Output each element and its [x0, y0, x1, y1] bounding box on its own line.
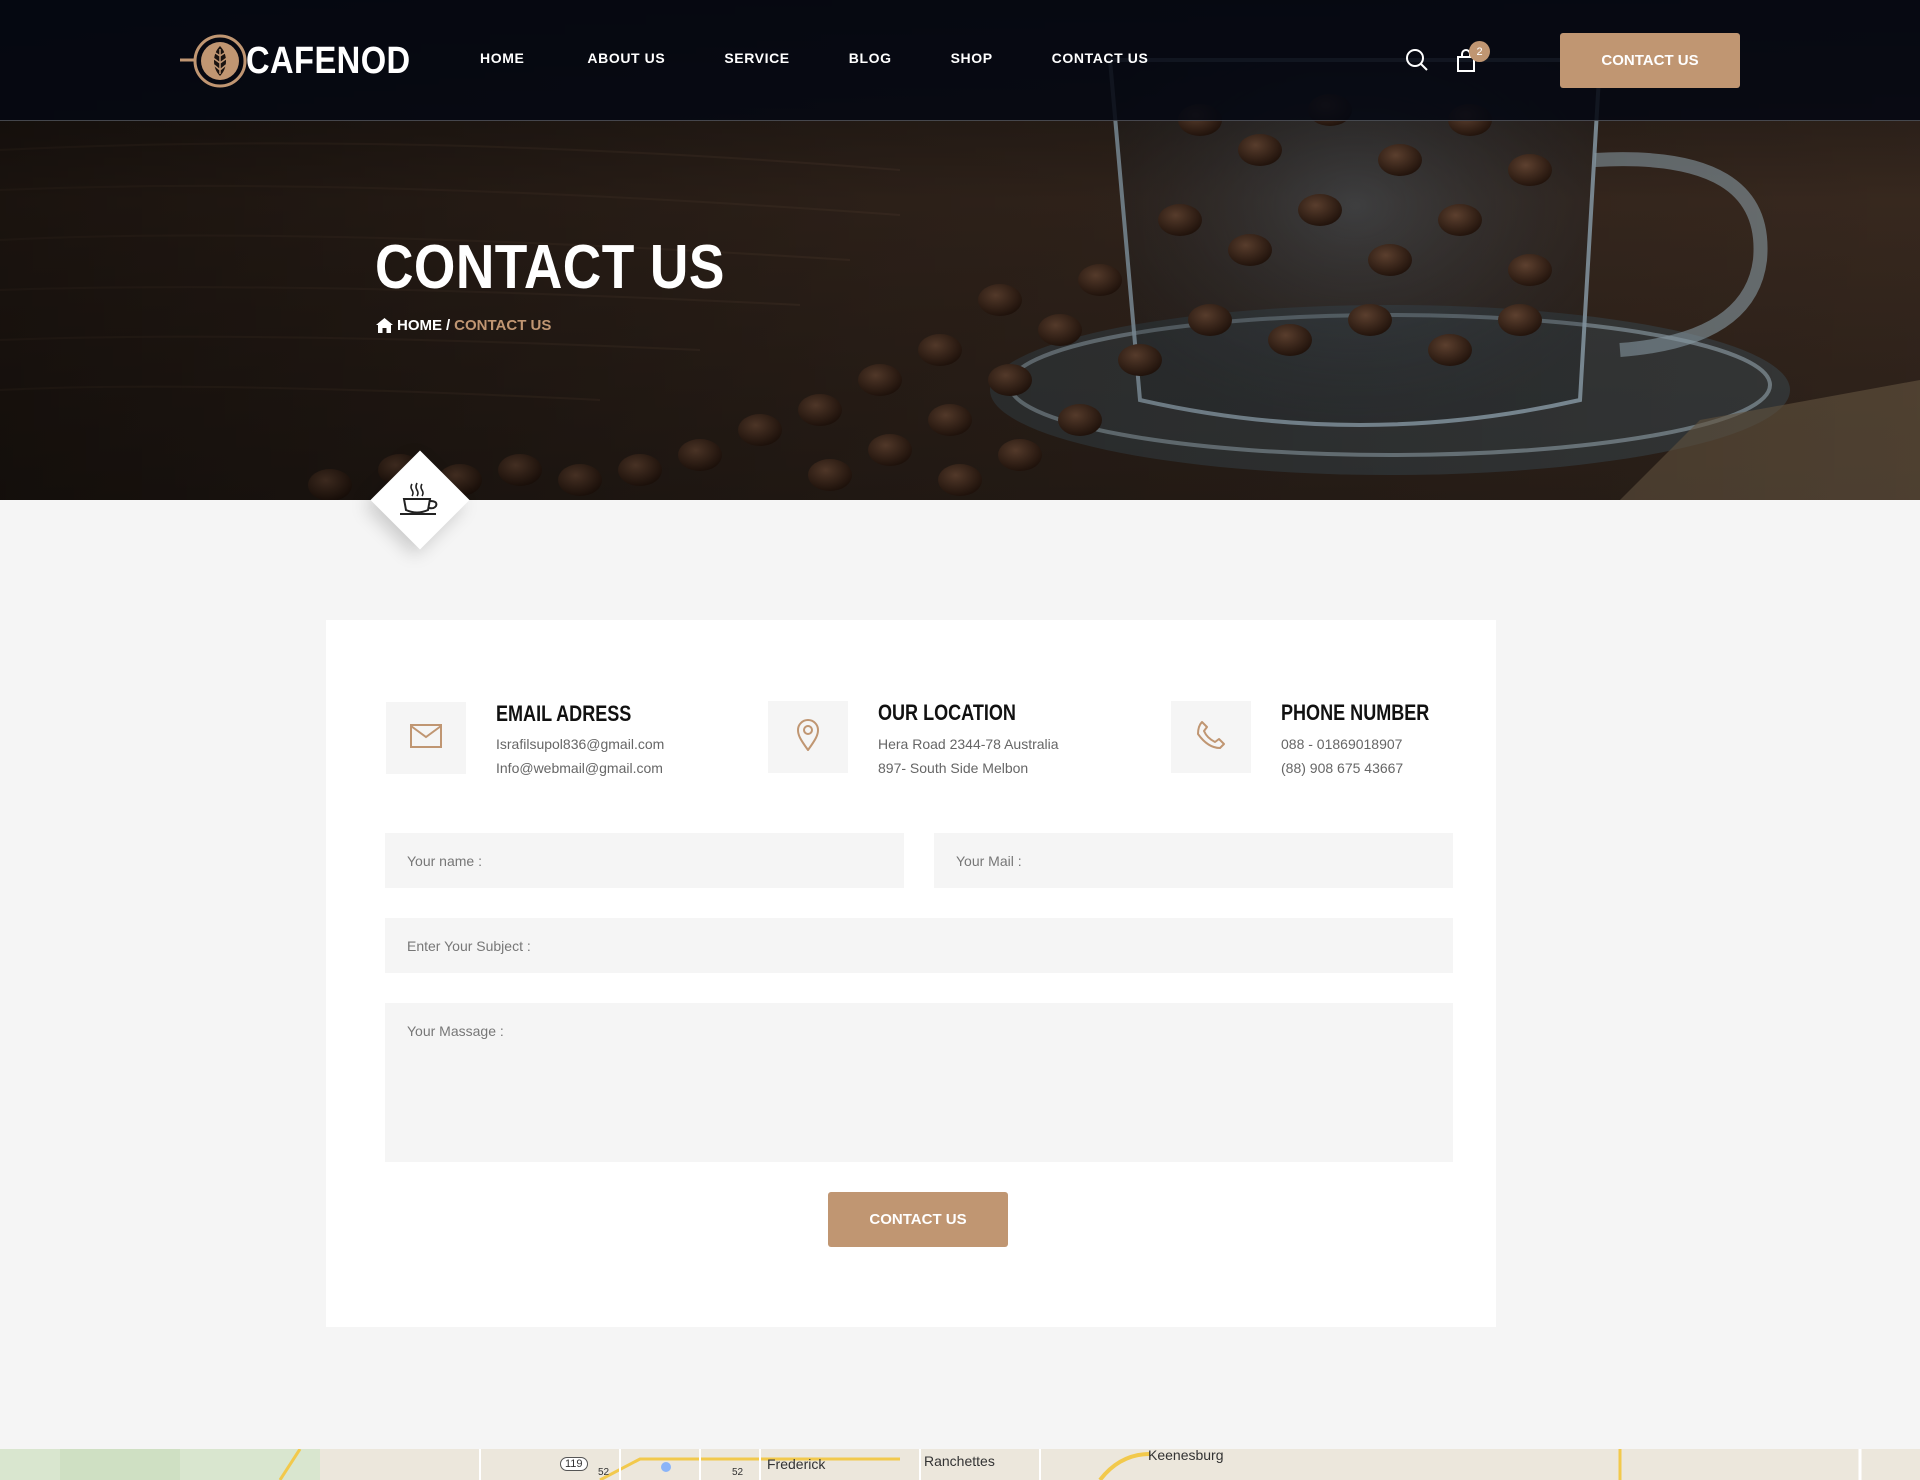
map-pin-icon	[796, 718, 820, 756]
breadcrumb-separator: /	[446, 317, 451, 334]
map-route-52-b: 52	[732, 1467, 744, 1478]
subject-input[interactable]	[385, 918, 1453, 973]
contact-card: EMAIL ADRESS Israfilsupol836@gmail.com I…	[326, 620, 1496, 1327]
breadcrumb: HOME / CONTACT US	[376, 317, 551, 334]
nav-about[interactable]: ABOUT US	[587, 50, 665, 66]
phone-title: PHONE NUMBER	[1281, 700, 1430, 725]
coffee-cup-icon	[398, 480, 442, 520]
map-label-keenesburg: Keenesburg	[1148, 1449, 1224, 1463]
nav-shop[interactable]: SHOP	[951, 50, 993, 66]
email-line-1[interactable]: Israfilsupol836@gmail.com	[496, 736, 664, 752]
header-contact-button[interactable]: CONTACT US	[1560, 33, 1740, 88]
search-icon[interactable]	[1405, 48, 1429, 77]
name-input[interactable]	[385, 833, 904, 888]
breadcrumb-current: CONTACT US	[454, 317, 552, 334]
location-line-1: Hera Road 2344-78 Australia	[878, 736, 1059, 752]
location-map[interactable]: Frederick Ranchettes Keenesburg 119 52 5…	[0, 1449, 1920, 1480]
map-route-52-a: 52	[598, 1467, 610, 1478]
envelope-icon	[410, 723, 442, 753]
map-label-ranchettes: Ranchettes	[924, 1453, 995, 1469]
nav-service[interactable]: SERVICE	[724, 50, 789, 66]
coffee-leaf-logo-icon	[178, 34, 248, 88]
location-line-2: 897- South Side Melbon	[878, 760, 1029, 776]
cart-count-badge: 2	[1469, 41, 1490, 62]
phone-line-2[interactable]: (88) 908 675 43667	[1281, 760, 1403, 776]
location-title: OUR LOCATION	[878, 700, 1016, 725]
nav-blog[interactable]: BLOG	[849, 50, 892, 66]
email-input[interactable]	[934, 833, 1453, 888]
site-logo[interactable]: CAFENOD	[178, 34, 437, 88]
phone-icon	[1196, 720, 1226, 755]
message-textarea[interactable]	[385, 1003, 1453, 1162]
breadcrumb-home[interactable]: HOME	[397, 317, 442, 334]
map-label-frederick: Frederick	[767, 1456, 826, 1472]
map-route-119: 119	[560, 1457, 588, 1471]
phone-line-1[interactable]: 088 - 01869018907	[1281, 736, 1402, 752]
site-header: CAFENOD HOME ABOUT US SERVICE BLOG SHOP …	[0, 0, 1920, 121]
main-nav: HOME ABOUT US SERVICE BLOG SHOP CONTACT …	[480, 50, 1148, 66]
email-title: EMAIL ADRESS	[496, 701, 632, 726]
nav-home[interactable]: HOME	[480, 50, 524, 66]
logo-text: CAFENOD	[246, 39, 411, 82]
home-icon[interactable]	[376, 318, 393, 333]
email-icon-box	[386, 702, 466, 774]
email-line-2[interactable]: Info@webmail@gmail.com	[496, 760, 663, 776]
submit-button[interactable]: CONTACT US	[828, 1192, 1008, 1247]
phone-icon-box	[1171, 701, 1251, 773]
page-title: CONTACT US	[375, 233, 725, 302]
nav-contact[interactable]: CONTACT US	[1052, 50, 1149, 66]
location-icon-box	[768, 701, 848, 773]
